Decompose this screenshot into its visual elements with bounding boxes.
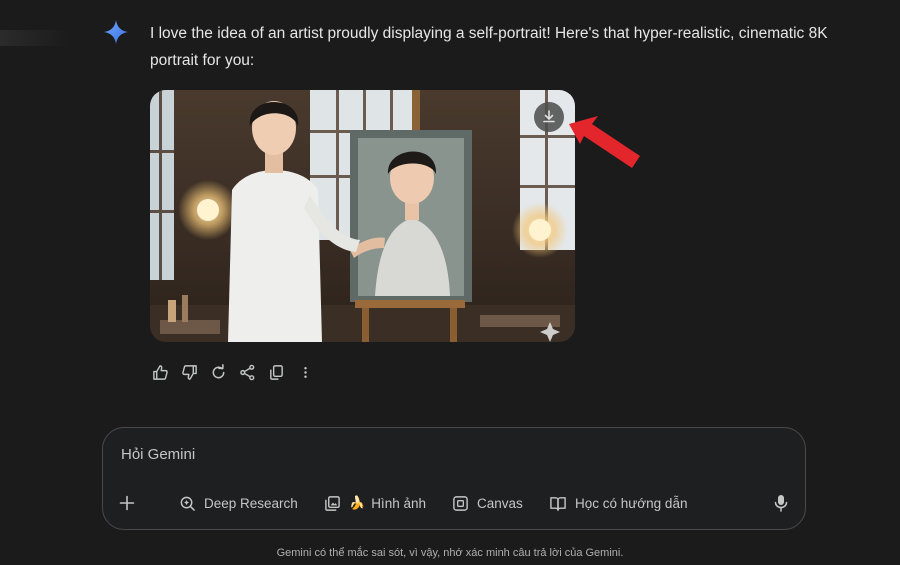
regenerate-icon <box>212 363 224 378</box>
disclaimer-text: Gemini có thể mắc sai sót, vì vậy, nhớ x… <box>276 547 624 559</box>
download-icon <box>543 110 555 123</box>
add-button[interactable] <box>119 492 143 514</box>
more-options-button[interactable] <box>295 362 315 382</box>
prompt-toolbar: Deep Research 🍌 Hình ảnh Canvas Học có h <box>119 492 789 514</box>
guided-learning-label: Học có hướng dẫn <box>575 495 688 511</box>
scroll-shade <box>0 30 70 46</box>
plus-icon <box>119 495 135 511</box>
prompt-box[interactable]: Hỏi Gemini Deep Research 🍌 Hình ảnh Canv… <box>102 427 806 530</box>
canvas-icon <box>453 495 468 511</box>
prompt-input[interactable]: Hỏi Gemini <box>121 446 195 463</box>
copy-icon <box>269 364 283 380</box>
canvas-label: Canvas <box>477 495 523 511</box>
thumbs-down-icon <box>181 364 197 380</box>
banana-emoji-icon: 🍌 <box>349 495 366 510</box>
image-label: Hình ảnh <box>371 495 426 511</box>
book-icon <box>550 496 566 511</box>
microphone-button[interactable] <box>773 492 789 514</box>
generated-image[interactable] <box>150 90 575 342</box>
microphone-icon <box>774 495 788 512</box>
deep-research-label: Deep Research <box>204 495 298 511</box>
copy-button[interactable] <box>266 362 286 382</box>
image-gallery-icon <box>325 495 340 511</box>
more-vert-icon <box>303 366 307 378</box>
thumbs-up-button[interactable] <box>150 362 170 382</box>
thumbs-down-button[interactable] <box>179 362 199 382</box>
deep-research-button[interactable]: Deep Research <box>179 492 298 514</box>
share-icon <box>239 364 254 380</box>
response-text: I love the idea of an artist proudly dis… <box>150 25 828 69</box>
canvas-button[interactable]: Canvas <box>452 492 523 514</box>
thumbs-up-icon <box>152 364 168 380</box>
generated-image-art <box>150 90 575 342</box>
guided-learning-button[interactable]: Học có hướng dẫn <box>549 492 687 514</box>
download-button[interactable] <box>534 102 564 132</box>
response-actions <box>150 362 324 382</box>
image-button[interactable]: 🍌 Hình ảnh <box>324 492 426 514</box>
gemini-sparkle-icon <box>104 20 128 44</box>
deep-research-icon <box>180 496 195 511</box>
share-button[interactable] <box>237 362 257 382</box>
regenerate-button[interactable] <box>208 362 228 382</box>
annotation-arrow-icon <box>569 116 640 168</box>
